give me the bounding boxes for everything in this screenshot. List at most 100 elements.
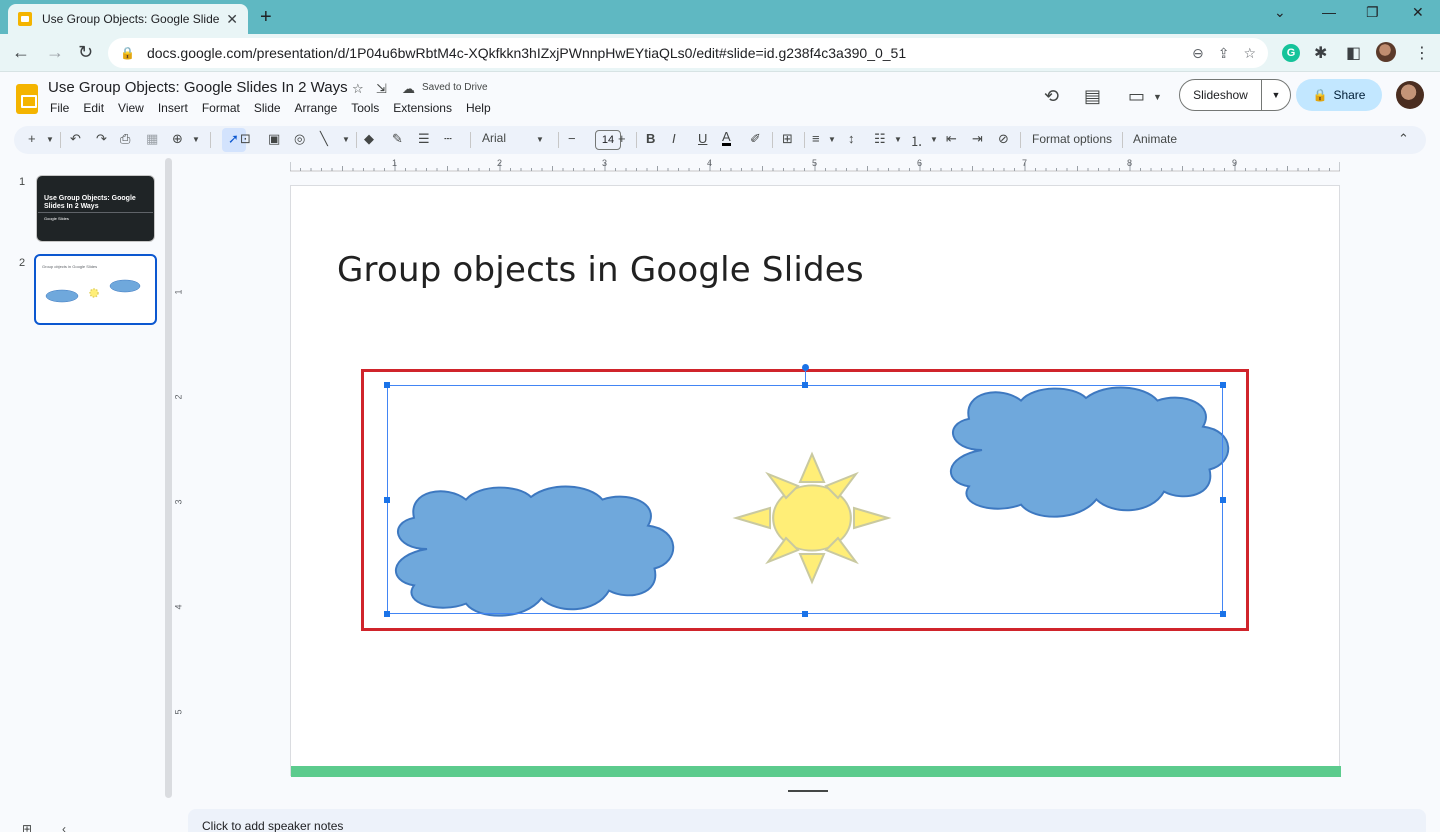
new-slide-dropdown-icon[interactable]: ▼ (46, 135, 54, 144)
select-cursor-icon[interactable]: ➚ (228, 131, 239, 147)
menu-view[interactable]: View (118, 101, 144, 115)
version-history-icon[interactable]: ⟲ (1044, 86, 1059, 107)
increase-indent-icon[interactable]: ⇥ (972, 131, 983, 147)
font-family-select[interactable]: Arial (482, 131, 562, 145)
extensions-puzzle-icon[interactable]: ✱ (1314, 43, 1327, 63)
browser-menu-icon[interactable]: ⋮ (1414, 43, 1430, 63)
slideshow-label[interactable]: Slideshow (1180, 79, 1262, 111)
numbered-dropdown-icon[interactable]: ▼ (930, 135, 938, 144)
side-panel-icon[interactable]: ◧ (1346, 43, 1361, 63)
close-tab-icon[interactable]: ✕ (226, 11, 238, 28)
undo-icon[interactable]: ↶ (70, 131, 81, 147)
resize-handle-bottom[interactable] (802, 611, 808, 617)
zoom-icon[interactable]: ⊕ (172, 131, 183, 147)
numbered-list-icon[interactable]: ⒈ (910, 131, 923, 150)
browser-tab[interactable]: Use Group Objects: Google Slide ✕ (8, 4, 248, 34)
current-slide[interactable]: Group objects in Google Slides (290, 185, 1341, 777)
decrease-font-size-icon[interactable]: − (568, 131, 576, 146)
resize-handle-bottom-right[interactable] (1220, 611, 1226, 617)
tab-search-chevron-icon[interactable]: ⌄ (1274, 4, 1286, 21)
clear-formatting-icon[interactable]: ⊘ (998, 131, 1009, 147)
collapse-filmstrip-icon[interactable]: ‹ (62, 822, 66, 832)
star-icon[interactable]: ☆ (352, 81, 364, 97)
insert-link-icon[interactable]: ⊞ (782, 131, 793, 147)
insert-image-icon[interactable]: ▣ (268, 131, 280, 147)
zoom-dropdown-icon[interactable]: ▼ (192, 135, 200, 144)
underline-icon[interactable]: U (698, 131, 707, 146)
comments-icon[interactable]: ▤ (1084, 86, 1101, 107)
text-box-icon[interactable]: ⊡ (240, 131, 251, 147)
italic-icon[interactable]: I (672, 131, 676, 146)
browser-profile-avatar[interactable] (1376, 42, 1396, 62)
grid-view-icon[interactable]: ⊞ (22, 822, 32, 832)
border-weight-icon[interactable]: ☰ (418, 131, 430, 147)
decrease-indent-icon[interactable]: ⇤ (946, 131, 957, 147)
url-omnibox[interactable]: 🔒 docs.google.com/presentation/d/1P04u6b… (108, 38, 1268, 68)
resize-handle-bottom-left[interactable] (384, 611, 390, 617)
highlight-color-icon[interactable]: ✐ (750, 131, 761, 147)
bookmark-star-icon[interactable]: ☆ (1243, 45, 1256, 62)
line-dropdown-icon[interactable]: ▼ (342, 135, 350, 144)
menu-tools[interactable]: Tools (351, 101, 379, 115)
line-spacing-icon[interactable]: ↕ (848, 131, 855, 146)
print-icon[interactable]: ⎙ (120, 131, 130, 147)
text-color-icon[interactable]: A (722, 130, 731, 146)
checklist-icon[interactable]: ☷ (874, 131, 886, 147)
align-dropdown-icon[interactable]: ▼ (828, 135, 836, 144)
menu-file[interactable]: File (50, 101, 69, 115)
share-button[interactable]: 🔒 Share (1296, 79, 1382, 111)
close-window-icon[interactable]: ✕ (1412, 4, 1424, 21)
menu-arrange[interactable]: Arrange (295, 101, 338, 115)
menu-insert[interactable]: Insert (158, 101, 188, 115)
grammarly-extension-icon[interactable]: G (1282, 44, 1300, 62)
account-avatar[interactable] (1396, 81, 1424, 109)
rotation-handle[interactable] (802, 364, 809, 371)
menu-format[interactable]: Format (202, 101, 240, 115)
menu-slide[interactable]: Slide (254, 101, 281, 115)
new-tab-icon[interactable]: + (260, 6, 272, 29)
format-options-button[interactable]: Format options (1032, 132, 1112, 146)
font-dropdown-icon[interactable]: ▼ (536, 135, 544, 144)
reload-icon[interactable]: ↻ (78, 42, 93, 63)
bold-icon[interactable]: B (646, 131, 655, 146)
zoom-icon[interactable]: ⊖ (1192, 45, 1204, 62)
new-slide-icon[interactable]: + (28, 131, 36, 146)
animate-button[interactable]: Animate (1133, 132, 1177, 146)
maximize-icon[interactable]: ❐ (1366, 4, 1379, 21)
resize-handle-left[interactable] (384, 497, 390, 503)
resize-handle-top-right[interactable] (1220, 382, 1226, 388)
border-dash-icon[interactable]: ┄ (444, 131, 452, 147)
forward-arrow-icon[interactable]: → (46, 42, 64, 63)
resize-handle-top-left[interactable] (384, 382, 390, 388)
resize-handle-right[interactable] (1220, 497, 1226, 503)
document-title[interactable]: Use Group Objects: Google Slides In 2 Wa… (48, 79, 348, 96)
fill-color-icon[interactable]: ◆ (364, 131, 374, 147)
align-icon[interactable]: ≡ (812, 131, 820, 146)
share-page-icon[interactable]: ⇪ (1218, 45, 1230, 62)
move-folder-icon[interactable]: ⇲ (376, 81, 387, 97)
increase-font-size-icon[interactable]: + (618, 131, 626, 146)
meet-camera-icon[interactable]: ▭ (1128, 86, 1145, 107)
paint-format-icon[interactable]: ▦ (146, 131, 158, 147)
border-color-icon[interactable]: ✎ (392, 131, 403, 147)
filmstrip-scrollbar[interactable] (165, 158, 172, 798)
menu-edit[interactable]: Edit (83, 101, 104, 115)
slides-app-header: Use Group Objects: Google Slides In 2 Wa… (0, 72, 1440, 124)
slideshow-dropdown-icon[interactable]: ▼ (1262, 90, 1290, 100)
speaker-notes[interactable]: Click to add speaker notes (188, 809, 1426, 832)
notes-resize-handle[interactable] (788, 790, 828, 792)
collapse-toolbar-icon[interactable]: ⌃ (1398, 131, 1409, 147)
redo-icon[interactable]: ↷ (96, 131, 107, 147)
minimize-icon[interactable]: — (1322, 4, 1336, 20)
shape-icon[interactable]: ◎ (294, 131, 305, 147)
line-icon[interactable]: ╲ (320, 131, 328, 147)
group-selection-box[interactable] (387, 385, 1223, 614)
menu-help[interactable]: Help (466, 101, 491, 115)
bullets-dropdown-icon[interactable]: ▼ (894, 135, 902, 144)
back-arrow-icon[interactable]: ← (12, 42, 30, 63)
slideshow-button[interactable]: Slideshow ▼ (1179, 79, 1291, 111)
slides-logo-icon[interactable] (16, 84, 38, 114)
resize-handle-top[interactable] (802, 382, 808, 388)
menu-extensions[interactable]: Extensions (393, 101, 452, 115)
meet-dropdown-icon[interactable]: ▼ (1153, 92, 1162, 102)
